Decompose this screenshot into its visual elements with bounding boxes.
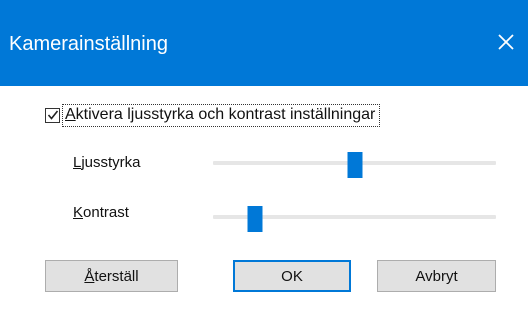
close-button[interactable]: [492, 28, 520, 56]
contrast-label-text: ontrast: [83, 204, 129, 221]
camera-settings-dialog: Kamerainställning Aktivera ljusstyrka oc…: [0, 0, 528, 318]
brightness-label: Ljusstyrka: [73, 154, 141, 171]
enable-adjustments-label-text: ktivera ljusstyrka och kontrast inställn…: [75, 105, 376, 123]
reset-label: terställ: [94, 267, 139, 285]
title-bar[interactable]: Kamerainställning: [0, 0, 528, 86]
contrast-mnemonic: K: [73, 204, 84, 221]
close-icon: [498, 34, 514, 50]
enable-adjustments-label[interactable]: Aktivera ljusstyrka och kontrast inställ…: [62, 103, 381, 127]
enable-adjustments-row[interactable]: Aktivera ljusstyrka och kontrast inställ…: [45, 103, 381, 127]
contrast-label: Kontrast: [73, 204, 129, 221]
contrast-slider-thumb[interactable]: [247, 206, 263, 232]
dialog-content: Aktivera ljusstyrka och kontrast inställ…: [0, 86, 528, 318]
window-title: Kamerainställning: [9, 33, 168, 55]
brightness-slider-thumb[interactable]: [347, 152, 362, 178]
enable-adjustments-mnemonic: A: [65, 105, 76, 123]
enable-adjustments-checkbox[interactable]: [45, 107, 60, 123]
brightness-label-text: jusstyrka: [81, 154, 141, 171]
reset-mnemonic: Å: [84, 267, 95, 285]
contrast-slider[interactable]: [213, 206, 496, 232]
reset-button[interactable]: Återställ: [45, 260, 178, 292]
ok-button[interactable]: OK: [233, 260, 351, 292]
checkmark-icon: [47, 110, 58, 120]
brightness-slider[interactable]: [213, 152, 496, 178]
cancel-button[interactable]: Avbryt: [377, 260, 496, 292]
